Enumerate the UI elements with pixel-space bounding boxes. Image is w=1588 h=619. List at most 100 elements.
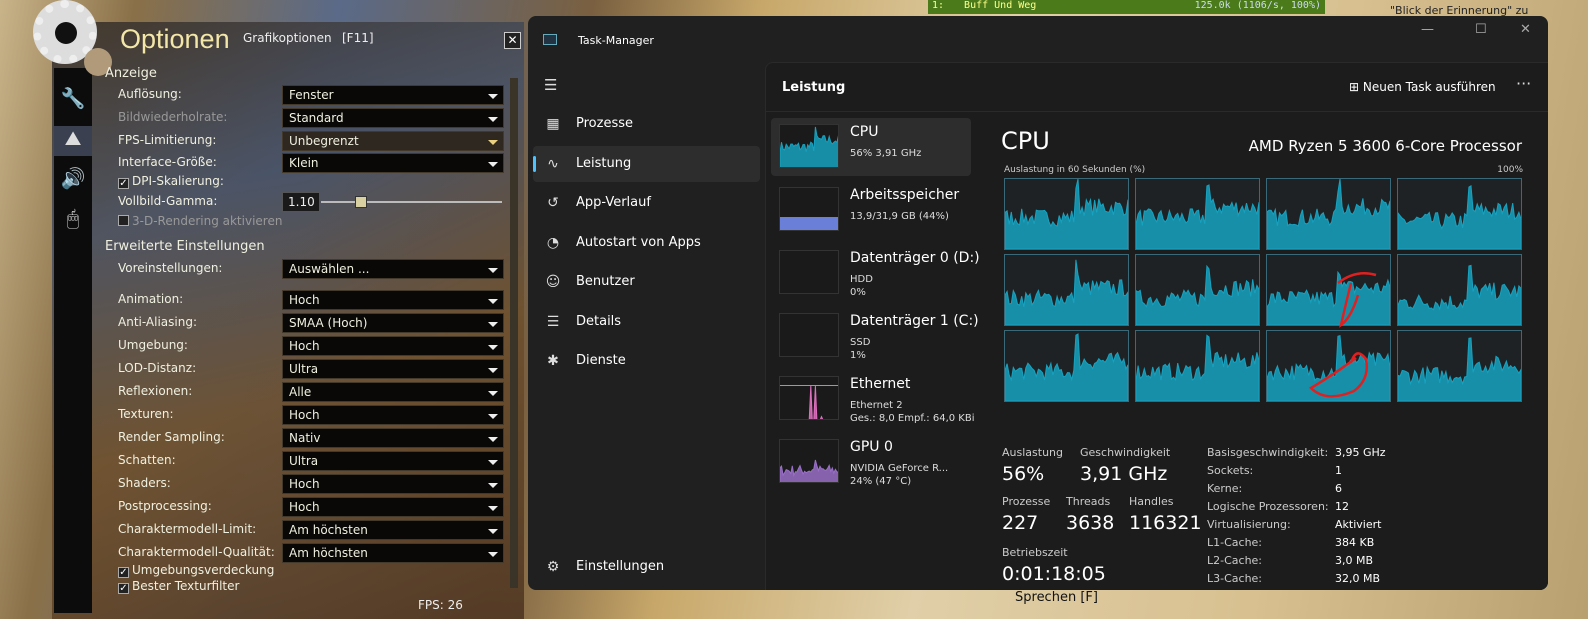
setting-label: Postprocessing:	[118, 499, 212, 513]
setting-dropdown[interactable]: Alle	[282, 382, 504, 402]
nav-leistung[interactable]: ∿ Leistung	[533, 145, 760, 182]
setting-dropdown[interactable]: Hoch	[282, 290, 504, 310]
speed-label: Geschwindigkeit	[1080, 446, 1171, 459]
checkbox-ambient-occlusion[interactable]: ✓ Umgebungsverdeckung	[118, 563, 274, 578]
util-value: 56%	[1002, 463, 1045, 485]
dpi-label: DPI-Skalierung:	[132, 174, 224, 188]
section-advanced: Erweiterte Einstellungen	[105, 239, 265, 254]
setting-label: LOD-Distanz:	[118, 361, 197, 375]
spec-value: 384 KB	[1335, 536, 1375, 549]
preset-dropdown[interactable]: Auswählen ...	[282, 259, 504, 279]
proc-value: 227	[1002, 512, 1039, 534]
nav-app-verlauf[interactable]: ↺ App-Verlauf	[533, 185, 760, 221]
wrench-icon[interactable]: 🔧	[54, 86, 92, 116]
setting-dropdown[interactable]: Hoch	[282, 497, 504, 517]
render3d-label: 3-D-Rendering aktivieren	[132, 214, 283, 228]
spec-label: L1-Cache:	[1207, 536, 1263, 549]
mouse-icon[interactable]: 🖱	[54, 206, 92, 236]
users-icon: ☺	[545, 274, 561, 290]
landscape-icon[interactable]: ⛰	[54, 126, 92, 156]
close-window-button[interactable]: ✕	[1520, 22, 1531, 37]
gamma-value[interactable]: 1.10	[282, 192, 320, 212]
task-manager-logo-icon	[543, 34, 557, 45]
checkbox-label: Bester Texturfilter	[132, 579, 240, 593]
maximize-button[interactable]: ☐	[1475, 22, 1487, 37]
gamma-label: Vollbild-Gamma:	[118, 194, 218, 208]
nav-dienste[interactable]: ✱ Dienste	[533, 343, 760, 379]
nav-label: Autostart von Apps	[576, 234, 701, 250]
setting-dropdown[interactable]: SMAA (Hoch)	[282, 313, 504, 333]
setting-dropdown[interactable]: Fenster	[282, 85, 504, 105]
speaker-icon[interactable]: 🔊	[54, 166, 92, 196]
threads-label: Threads	[1066, 495, 1111, 508]
nav-label: App-Verlauf	[576, 195, 651, 210]
spec-value: 32,0 MB	[1335, 572, 1381, 585]
setting-dropdown[interactable]: Ultra	[282, 359, 504, 379]
grid-icon: ▦	[546, 116, 560, 132]
nav-details[interactable]: ☰ Details	[533, 304, 760, 340]
setting-label: Charaktermodell-Qualität:	[118, 545, 275, 559]
setting-label: Animation:	[118, 292, 184, 306]
annotation-stroke	[1337, 272, 1377, 328]
setting-dropdown[interactable]: Unbegrenzt	[282, 131, 504, 151]
red-annotations	[1308, 272, 1377, 398]
setting-label: Bildwiederholrate:	[118, 110, 228, 124]
checkbox-label: Umgebungsverdeckung	[132, 563, 275, 577]
options-hotkey: [F11]	[342, 31, 374, 45]
setting-dropdown[interactable]: Am höchsten	[282, 543, 504, 563]
options-tabs: 🔧 ⛰ 🔊 🖱	[54, 68, 92, 613]
gamma-slider[interactable]	[321, 196, 502, 208]
spec-value: 3,95 GHz	[1335, 446, 1386, 459]
checkbox-icon	[118, 215, 129, 226]
hamburger-menu-icon[interactable]: ☰	[544, 76, 557, 94]
performance-icon: ∿	[547, 155, 559, 172]
nav-label: Dienste	[576, 353, 626, 368]
gear-icon: ⚙	[546, 559, 560, 575]
threads-value: 3638	[1066, 512, 1115, 534]
setting-dropdown[interactable]: Standard	[282, 108, 504, 128]
speak-prompt: Sprechen [F]	[1015, 590, 1098, 605]
setting-dropdown[interactable]: Hoch	[282, 405, 504, 425]
setting-dropdown[interactable]: Am höchsten	[282, 520, 504, 540]
options-subtitle: Grafikoptionen	[243, 31, 332, 45]
setting-label: Umgebung:	[118, 338, 188, 352]
puzzle-icon: ✱	[547, 353, 559, 369]
setting-dropdown[interactable]: Klein	[282, 153, 504, 173]
nav-benutzer[interactable]: ☺ Benutzer	[533, 264, 760, 300]
speed-value: 3,91 GHz	[1080, 463, 1168, 485]
uptime-label: Betriebszeit	[1002, 546, 1068, 559]
list-icon: ☰	[546, 313, 560, 330]
setting-dropdown[interactable]: Hoch	[282, 474, 504, 494]
task-manager-window: Task-Manager — ☐ ✕ ☰ ▦ Prozesse ∿ Leistung ↺…	[528, 16, 1548, 590]
setting-dropdown[interactable]: Nativ	[282, 428, 504, 448]
fps-counter: FPS: 26	[418, 598, 463, 612]
options-scrollbar[interactable]	[510, 78, 518, 588]
render3d-checkbox[interactable]: 3-D-Rendering aktivieren	[118, 214, 282, 228]
spec-label: Virtualisierung:	[1207, 518, 1291, 531]
dps-rank: 1:	[932, 0, 945, 11]
minimize-button[interactable]: —	[1421, 22, 1434, 37]
nav-autostart-von-apps[interactable]: ◔ Autostart von Apps	[533, 225, 760, 261]
dpi-checkbox[interactable]: ✓ DPI-Skalierung:	[118, 174, 224, 189]
spec-label: Basisgeschwindigkeit:	[1207, 446, 1329, 459]
setting-label: Shaders:	[118, 476, 171, 490]
setting-dropdown[interactable]: Hoch	[282, 336, 504, 356]
spec-value: 1	[1335, 464, 1342, 477]
setting-label: FPS-Limitierung:	[118, 133, 217, 147]
setting-label: Render Sampling:	[118, 430, 225, 444]
setting-dropdown[interactable]: Ultra	[282, 451, 504, 471]
setting-label: Texturen:	[118, 407, 174, 421]
setting-label: Reflexionen:	[118, 384, 193, 398]
dps-value: 125.0k (1106/s, 100%)	[1194, 0, 1321, 11]
speedometer-icon: ◔	[546, 234, 560, 251]
dps-meter: 1: Buff Und Weg 125.0k (1106/s, 100%)	[928, 0, 1325, 14]
slider-thumb[interactable]	[355, 196, 367, 208]
checkbox-texture-filter[interactable]: ✓ Bester Texturfilter	[118, 579, 239, 594]
spec-value: 3,0 MB	[1335, 554, 1374, 567]
close-button[interactable]: ✕	[504, 32, 521, 49]
handles-label: Handles	[1129, 495, 1174, 508]
nav-settings[interactable]: ⚙ Einstellungen	[533, 549, 760, 585]
nav-label: Prozesse	[576, 116, 633, 131]
performance-content: Leistung ⊞ Neuen Task ausführen ··· CPU …	[765, 62, 1548, 590]
nav-prozesse[interactable]: ▦ Prozesse	[533, 106, 760, 142]
